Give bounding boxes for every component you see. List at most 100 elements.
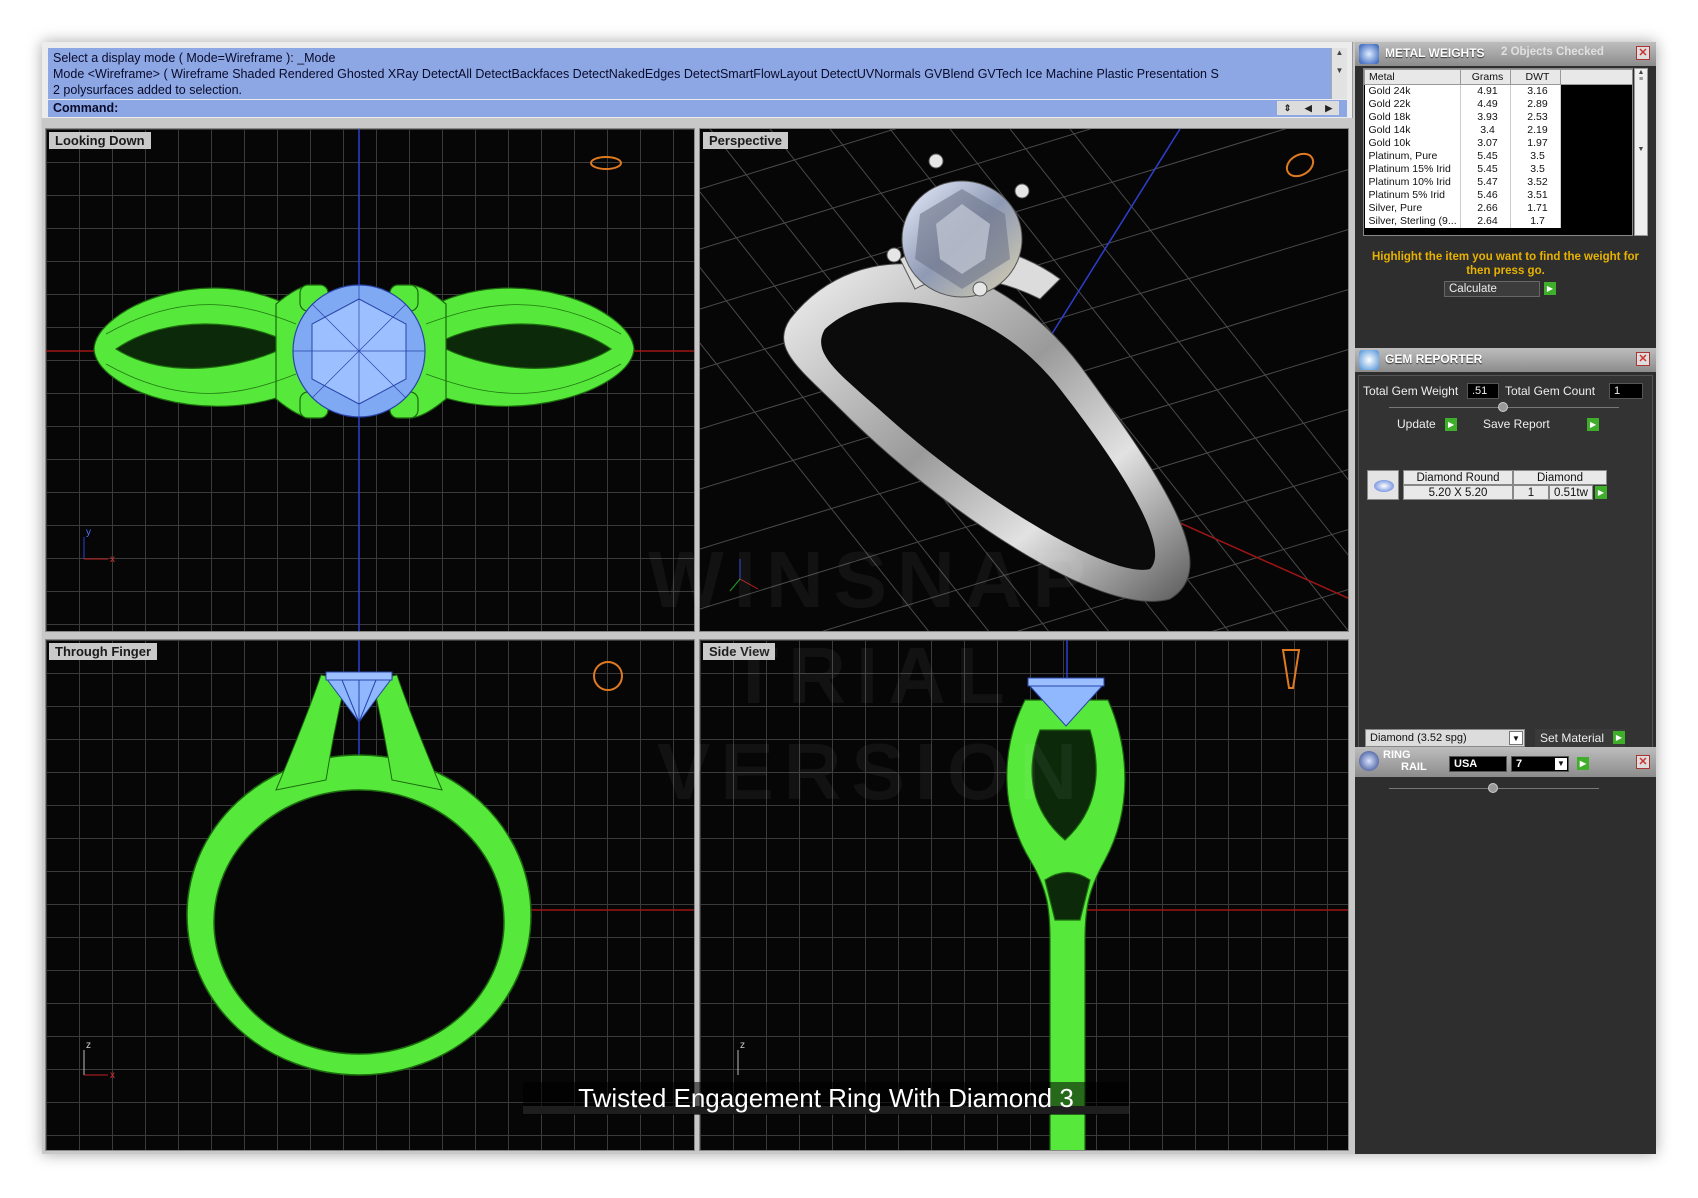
axis-indicator: y x [83, 527, 115, 565]
ring-rail-slider-knob[interactable] [1488, 783, 1498, 793]
scale-icon [1359, 44, 1379, 64]
table-row[interactable]: Gold 10k 3.07 1.97 [1364, 136, 1632, 150]
next-icon[interactable]: ▶ [1325, 103, 1332, 114]
viewport-canvas: z x [83, 640, 694, 1081]
calculate-button[interactable]: Calculate [1444, 281, 1540, 297]
table-row[interactable]: Gold 22k 4.49 2.89 [1364, 97, 1632, 111]
total-gem-count-value: 1 [1609, 383, 1643, 399]
viewport-title[interactable]: Through Finger [49, 643, 158, 660]
country-field[interactable]: USA [1449, 756, 1507, 772]
column-header[interactable]: Grams [1460, 69, 1511, 85]
plugin-panels: METAL WEIGHTS 2 Objects Checked ✕ Metal … [1355, 42, 1656, 1154]
view-cube-icon [590, 156, 622, 170]
gem-list-item[interactable]: Diamond Round Diamond 5.20 X 5.20 1 0.51… [1367, 470, 1637, 502]
metal-weights-table[interactable]: Metal Grams DWT Gold 24k 4.91 3.16 Gold 22… [1363, 68, 1633, 236]
total-gem-weight-label: Total Gem Weight [1363, 384, 1459, 398]
gem-type: Diamond [1513, 470, 1607, 485]
go-arrow-icon[interactable]: ▶ [1577, 757, 1589, 770]
table-row[interactable]: Silver, Sterling (9... 2.64 1.7 [1364, 214, 1632, 228]
command-input[interactable]: Command: ⇕ ◀ ▶ [48, 100, 1347, 117]
command-history-line: Mode <Wireframe> ( Wireframe Shaded Rend… [53, 67, 1219, 81]
go-arrow-icon[interactable]: ▶ [1587, 418, 1600, 432]
column-header[interactable]: Metal [1364, 69, 1461, 85]
go-arrow-icon[interactable]: ▶ [1544, 282, 1556, 295]
viewport-side-view[interactable]: Side View z [699, 639, 1349, 1151]
calculate-control: Calculate ▶ [1444, 281, 1556, 297]
spin-icon[interactable]: ⇕ [1284, 103, 1292, 114]
gem-weight: 0.51tw [1549, 485, 1593, 500]
gem-reporter-body: Total Gem Weight .51 Total Gem Count 1 U… [1358, 375, 1653, 760]
metal-weights-scrollbar[interactable]: ▲ ≡ ▼ [1634, 68, 1648, 236]
viewport-looking-down[interactable]: Looking Down y x [45, 128, 695, 632]
table-row[interactable]: Gold 24k 4.91 3.16 [1364, 84, 1632, 98]
prev-icon[interactable]: ◀ [1305, 103, 1312, 114]
close-icon[interactable]: ✕ [1636, 46, 1650, 60]
go-arrow-icon[interactable]: ▶ [1445, 418, 1458, 432]
material-value: Diamond (3.52 spg) [1370, 732, 1467, 744]
viewport-title[interactable]: Looking Down [49, 132, 151, 149]
go-arrow-icon[interactable]: ▶ [1613, 731, 1625, 744]
gem-size: 5.20 X 5.20 [1403, 485, 1513, 500]
ring-rail-header[interactable]: RING RAIL USA 7 ▼ ▶ ✕ [1355, 747, 1656, 777]
ring-rail-title-line: RAIL [1401, 761, 1427, 773]
command-area: Select a display mode ( Mode=Wireframe )… [42, 42, 1353, 118]
command-history: Select a display mode ( Mode=Wireframe )… [48, 48, 1331, 99]
ring-size-dropdown[interactable]: 7 ▼ [1511, 756, 1569, 772]
total-gem-count-label: Total Gem Count [1505, 384, 1596, 398]
table-row[interactable]: Gold 14k 3.4 2.19 [1364, 123, 1632, 137]
material-dropdown[interactable]: Diamond (3.52 spg) ▼ [1365, 729, 1525, 747]
ring-rendered [783, 243, 1191, 602]
command-nav: ⇕ ◀ ▶ [1277, 101, 1339, 115]
slider-knob[interactable] [1498, 402, 1508, 412]
command-history-scrollbar[interactable]: ▲ ▼ [1331, 48, 1347, 99]
set-material-button[interactable]: Set Material ▶ [1535, 729, 1625, 747]
viewport-canvas: y x [46, 129, 694, 631]
ring-icon [1359, 751, 1379, 771]
command-history-line: 2 polysurfaces added to selection. [53, 83, 243, 97]
command-prompt: Command: [53, 101, 119, 115]
svg-text:x: x [110, 1070, 115, 1081]
panel-title: METAL WEIGHTS [1385, 46, 1485, 60]
ring-rail-title-line: RING [1383, 749, 1411, 761]
gem-thumbnail [1367, 470, 1399, 500]
svg-text:z: z [740, 1040, 745, 1051]
column-header [1560, 69, 1632, 85]
table-row[interactable]: Gold 18k 3.93 2.53 [1364, 110, 1632, 124]
chevron-down-icon[interactable]: ▼ [1555, 758, 1567, 770]
table-row[interactable]: Platinum 10% Irid 5.47 3.52 [1364, 175, 1632, 189]
svg-text:z: z [86, 1040, 91, 1051]
view-cube-icon [593, 661, 623, 691]
viewport-title[interactable]: Perspective [703, 132, 788, 149]
gem-reporter-header[interactable]: GEM REPORTER ✕ [1355, 348, 1656, 372]
panel-title: GEM REPORTER [1385, 352, 1483, 366]
ring-size-value: 7 [1516, 758, 1523, 770]
viewport-canvas [700, 129, 1348, 631]
close-icon[interactable]: ✕ [1636, 755, 1650, 769]
view-cube-icon [1285, 152, 1315, 178]
chevron-down-icon[interactable]: ▼ [1509, 731, 1523, 745]
table-row[interactable]: Silver, Pure 2.66 1.71 [1364, 201, 1632, 215]
close-icon[interactable]: ✕ [1636, 352, 1650, 366]
table-row[interactable]: Platinum 15% Irid 5.45 3.5 [1364, 162, 1632, 176]
viewport-perspective[interactable]: Perspective [699, 128, 1349, 632]
axis-indicator: z [737, 1040, 745, 1075]
gem-shape: Diamond Round [1403, 470, 1513, 485]
weight-hint-text: Highlight the item you want to find the … [1371, 251, 1640, 277]
svg-text:x: x [110, 554, 115, 565]
save-report-button[interactable]: Save Report ▶ [1483, 417, 1600, 432]
total-gem-weight-value: .51 [1467, 383, 1499, 399]
video-caption: Twisted Engagement Ring With Diamond 3 [523, 1082, 1129, 1115]
application-window: Select a display mode ( Mode=Wireframe )… [42, 42, 1656, 1154]
go-arrow-icon[interactable]: ▶ [1595, 486, 1607, 499]
table-row[interactable]: Platinum 5% Irid 5.46 3.51 [1364, 188, 1632, 202]
update-button[interactable]: Update ▶ [1397, 417, 1458, 432]
axis-indicator: z x [83, 1040, 115, 1081]
viewport-through-finger[interactable]: Through Finger z x [45, 639, 695, 1151]
column-header[interactable]: DWT [1510, 69, 1561, 85]
viewport-title[interactable]: Side View [703, 643, 776, 660]
table-row[interactable]: Platinum, Pure 5.45 3.5 [1364, 149, 1632, 163]
diamond-wireframe [292, 284, 426, 418]
gem-count: 1 [1513, 485, 1549, 500]
save-report-label: Save Report [1483, 417, 1550, 431]
metal-weights-header[interactable]: METAL WEIGHTS 2 Objects Checked ✕ [1355, 42, 1656, 66]
